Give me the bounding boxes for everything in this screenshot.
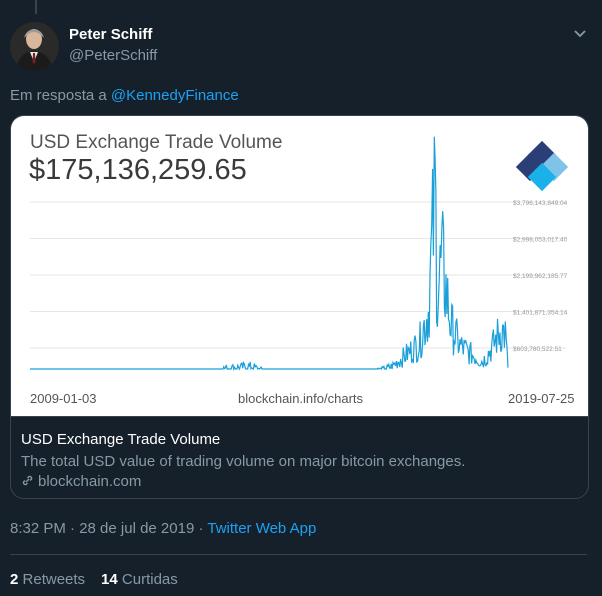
- link-icon: [22, 475, 33, 486]
- blockchain-logo: [515, 140, 569, 192]
- chart-footer-end-date: 2019-07-25: [508, 391, 575, 406]
- avatar-portrait: [10, 22, 59, 71]
- likes-stat[interactable]: 14 Curtidas: [101, 571, 178, 588]
- volume-chart: USD Exchange Trade Volume $175,136,259.6…: [29, 132, 575, 406]
- card-description: The total USD value of trading volume on…: [21, 453, 466, 470]
- retweets-count: 2: [10, 571, 19, 588]
- chart-heading: USD Exchange Trade Volume: [30, 132, 282, 153]
- y-tick-label: $603,780,522.51: [513, 346, 562, 353]
- tweet-source-link[interactable]: Twitter Web App: [207, 520, 316, 537]
- y-tick-label: $1,401,871,354.14: [513, 310, 568, 317]
- thread-connector-line: [35, 0, 37, 14]
- tweet-stats: 2 Retweets 14 Curtidas: [10, 571, 178, 588]
- link-preview-card[interactable]: USD Exchange Trade Volume $175,136,259.6…: [10, 115, 589, 499]
- chart-gridlines: [30, 201, 566, 349]
- divider: [10, 554, 587, 555]
- card-domain[interactable]: blockchain.com: [21, 473, 141, 490]
- y-tick-label: $3,796,143,849.04: [513, 200, 568, 207]
- reply-context: Em resposta a @KennedyFinance: [10, 87, 239, 104]
- retweets-label: Retweets: [22, 571, 86, 588]
- author-avatar[interactable]: [10, 22, 59, 71]
- likes-label: Curtidas: [121, 571, 178, 588]
- reply-mention-link[interactable]: @KennedyFinance: [111, 87, 239, 104]
- y-tick-label: $2,998,053,017.40: [513, 237, 568, 244]
- chevron-down-icon[interactable]: [572, 26, 588, 42]
- tweet-timestamp[interactable]: 8:32 PM · 28 de jul de 2019 ·: [10, 520, 207, 537]
- author-name[interactable]: Peter Schiff: [69, 26, 152, 43]
- chart-big-value: $175,136,259.65: [29, 154, 247, 186]
- tweet-timestamp-line: 8:32 PM · 28 de jul de 2019 · Twitter We…: [10, 520, 316, 537]
- author-handle[interactable]: @PeterSchiff: [69, 47, 157, 64]
- card-title[interactable]: USD Exchange Trade Volume: [21, 431, 220, 448]
- card-body[interactable]: USD Exchange Trade Volume The total USD …: [11, 416, 588, 498]
- chart-y-tick-labels: $3,796,143,849.04 $2,998,053,017.40 $2,199…: [513, 200, 568, 353]
- y-tick-label: $2,199,962,185.77: [513, 273, 568, 280]
- retweets-stat[interactable]: 2 Retweets: [10, 571, 85, 588]
- chart-footer-source: blockchain.info/charts: [238, 391, 364, 406]
- card-image[interactable]: USD Exchange Trade Volume $175,136,259.6…: [11, 116, 588, 416]
- likes-count: 14: [101, 571, 118, 588]
- chart-footer-start-date: 2009-01-03: [30, 391, 97, 406]
- card-domain-text: blockchain.com: [38, 473, 142, 490]
- reply-prefix: Em resposta a: [10, 87, 107, 104]
